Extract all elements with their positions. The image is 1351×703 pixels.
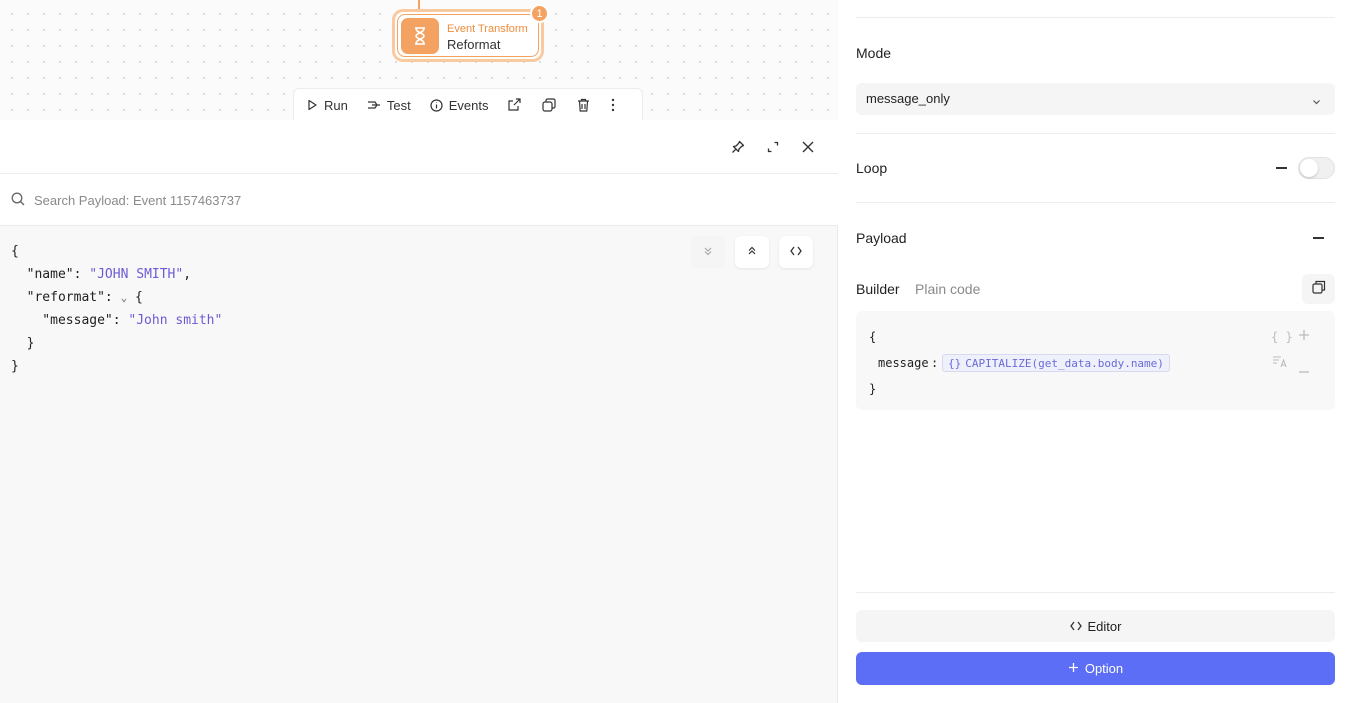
panel-header [0, 120, 838, 174]
code-view-button[interactable] [779, 236, 813, 268]
events-button[interactable]: Events [430, 97, 489, 113]
json-line: "reformat": ⌄ { [11, 290, 143, 305]
json-line: } [11, 336, 35, 351]
expression-text: CAPITALIZE(get_data.body.name) [965, 356, 1164, 370]
divider [856, 202, 1335, 203]
test-label: Test [386, 97, 411, 113]
test-button[interactable]: Test [367, 98, 411, 113]
info-icon [430, 98, 443, 112]
plus-icon [1068, 661, 1079, 676]
node-name: Reformat [447, 37, 501, 52]
collapse-all-button[interactable] [691, 236, 725, 268]
mode-value: message_only [866, 91, 950, 106]
node-badge: 1 [530, 4, 549, 23]
loop-label: Loop [856, 160, 888, 176]
json-line: "name": "JOHN SMITH", [11, 267, 192, 282]
node-kind: Event Transform [447, 23, 528, 35]
divider [856, 592, 1335, 593]
builder-close-brace: } [869, 382, 877, 396]
loop-toggle[interactable] [1298, 157, 1335, 179]
config-sidebar: Mode message_only Loop Payload Builder P… [838, 0, 1351, 703]
chevron-down-icon [1312, 93, 1321, 108]
builder-open-brace: { [869, 330, 877, 344]
flask-icon [367, 99, 381, 111]
json-line: "message": "John smith" [11, 313, 223, 328]
plus-icon[interactable] [1298, 329, 1310, 344]
play-icon [306, 99, 318, 111]
mode-select[interactable]: message_only [856, 83, 1335, 115]
code-icon [1069, 619, 1082, 634]
builder-key[interactable]: message [878, 356, 929, 370]
tab-builder[interactable]: Builder [856, 281, 900, 297]
copy-payload-button[interactable] [1302, 274, 1335, 304]
chevrons-up-icon [747, 243, 757, 261]
payload-label: Payload [856, 230, 907, 246]
divider [856, 17, 1335, 18]
expand-all-button[interactable] [735, 236, 769, 268]
add-object-icon[interactable]: { } [1271, 330, 1293, 344]
option-label: Option [1084, 661, 1124, 676]
braces-icon: {} [948, 356, 962, 370]
copy-icon [1311, 280, 1326, 299]
payload-collapse-icon[interactable] [1313, 237, 1324, 239]
copy-icon[interactable] [542, 98, 557, 112]
share-icon[interactable] [507, 98, 522, 112]
builder-colon: : [931, 356, 939, 370]
payload-json: { "name": "JOHN SMITH", "reformat": ⌄ { … [11, 240, 222, 378]
trash-icon[interactable] [577, 98, 590, 112]
hourglass-icon [401, 18, 439, 54]
chevrons-down-icon [703, 243, 713, 261]
events-label: Events [448, 97, 489, 113]
pin-icon[interactable] [728, 137, 748, 157]
close-icon[interactable] [798, 137, 818, 157]
json-line: } [11, 359, 19, 374]
node-toolbar: Run Test Events [293, 88, 643, 122]
add-option-button[interactable]: Option [856, 652, 1335, 685]
code-icon [790, 243, 802, 261]
toggle-knob [1300, 159, 1318, 177]
payload-builder: { message : {} CAPITALIZE(get_data.body.… [856, 311, 1335, 410]
remove-icon[interactable] [1298, 362, 1310, 376]
search-icon [11, 192, 25, 211]
editor-button[interactable]: Editor [856, 610, 1335, 642]
search-bar [0, 174, 838, 226]
more-icon[interactable] [611, 98, 615, 112]
expression-chip[interactable]: {} CAPITALIZE(get_data.body.name) [942, 354, 1170, 372]
search-input[interactable] [34, 188, 794, 212]
run-button[interactable]: Run [306, 98, 348, 113]
payload-panel: { "name": "JOHN SMITH", "reformat": ⌄ { … [0, 120, 838, 703]
run-label: Run [324, 97, 348, 113]
mode-label: Mode [856, 45, 892, 61]
divider [856, 133, 1335, 134]
loop-minus-icon[interactable] [1276, 167, 1287, 169]
expand-icon[interactable] [763, 137, 783, 157]
translate-icon[interactable] [1272, 356, 1288, 371]
reformat-node[interactable]: Event Transform Reformat [392, 9, 544, 62]
json-line: { [11, 244, 19, 259]
tab-plain-code[interactable]: Plain code [915, 281, 980, 297]
editor-label: Editor [1087, 618, 1122, 634]
